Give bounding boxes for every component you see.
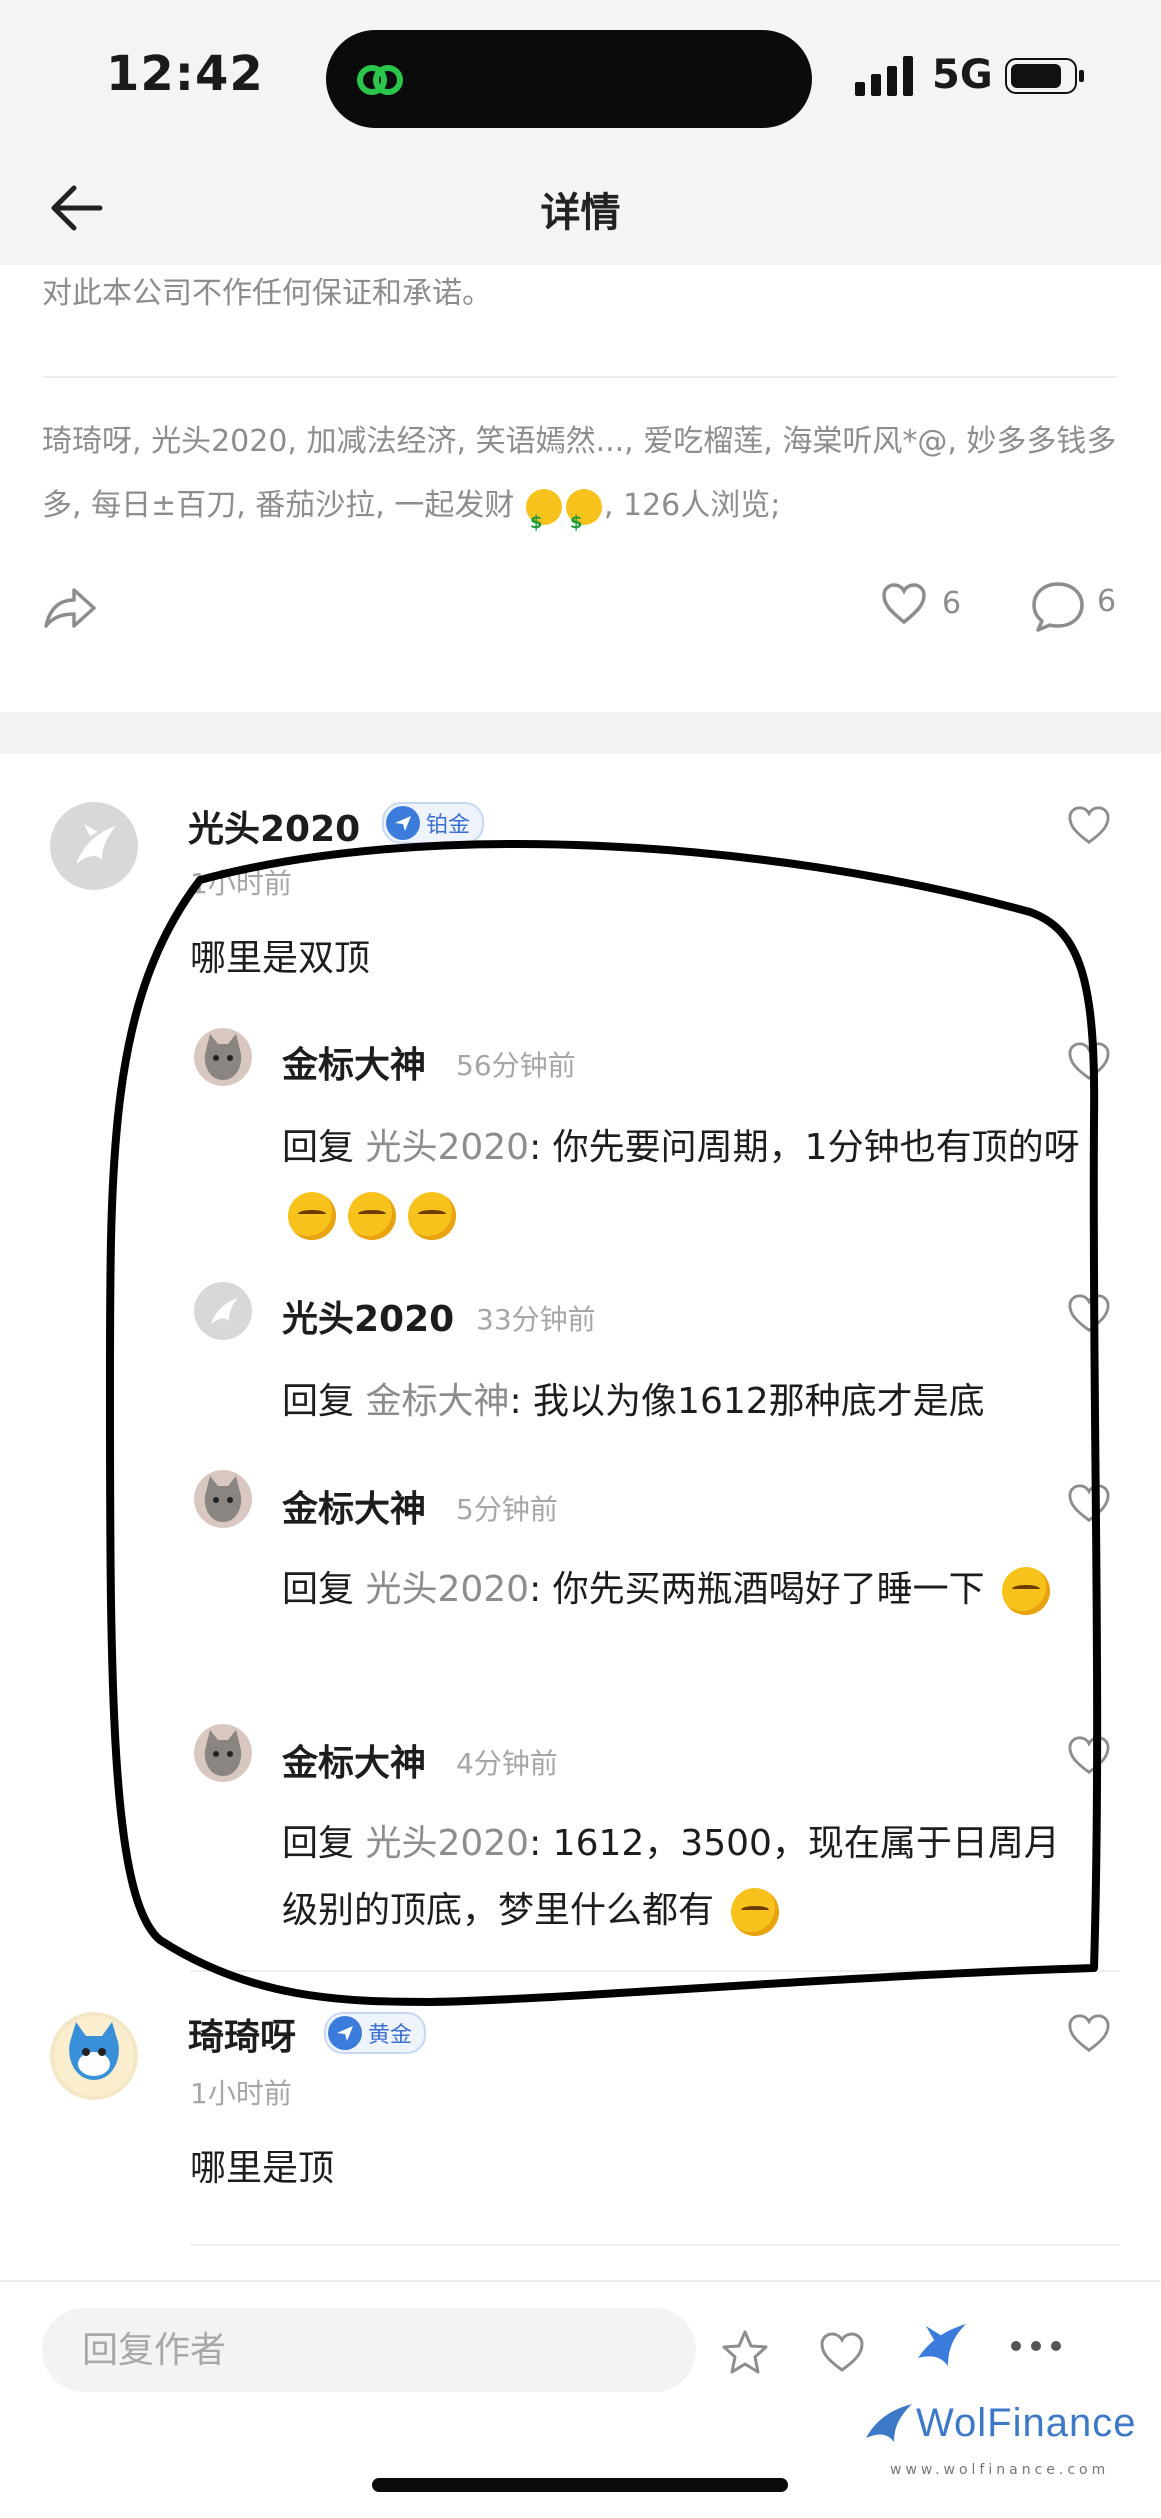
wolf-watermark-icon xyxy=(866,2404,912,2442)
watermark-url: www.wolfinance.com xyxy=(890,2462,1110,2478)
like-heart-icon[interactable] xyxy=(818,2330,866,2374)
level-badge: 黄金 xyxy=(324,2012,427,2054)
hand-drawn-annotation xyxy=(105,840,1102,2006)
comment-text: 哪里是顶 xyxy=(190,2148,335,2189)
comment-time: 1小时前 xyxy=(190,2077,292,2110)
watermark-logo: WolFinance xyxy=(862,2400,1136,2446)
watermark-brand: WolFinance xyxy=(916,2400,1137,2445)
star-favorite-icon[interactable] xyxy=(720,2328,770,2376)
comment-like-icon[interactable] xyxy=(1066,2012,1112,2054)
avatar[interactable] xyxy=(50,2012,138,2100)
divider xyxy=(190,2244,1120,2246)
reply-input[interactable] xyxy=(42,2308,696,2392)
badge-label: 黄金 xyxy=(368,2023,413,2048)
comment-username[interactable]: 琦琦呀 xyxy=(188,2008,296,2060)
share-plane-icon[interactable] xyxy=(912,2318,970,2376)
more-dots-icon[interactable] xyxy=(1010,2338,1062,2354)
badge-plane-icon xyxy=(328,2016,362,2050)
home-indicator xyxy=(372,2478,788,2492)
fox-avatar-icon xyxy=(54,2016,134,2096)
